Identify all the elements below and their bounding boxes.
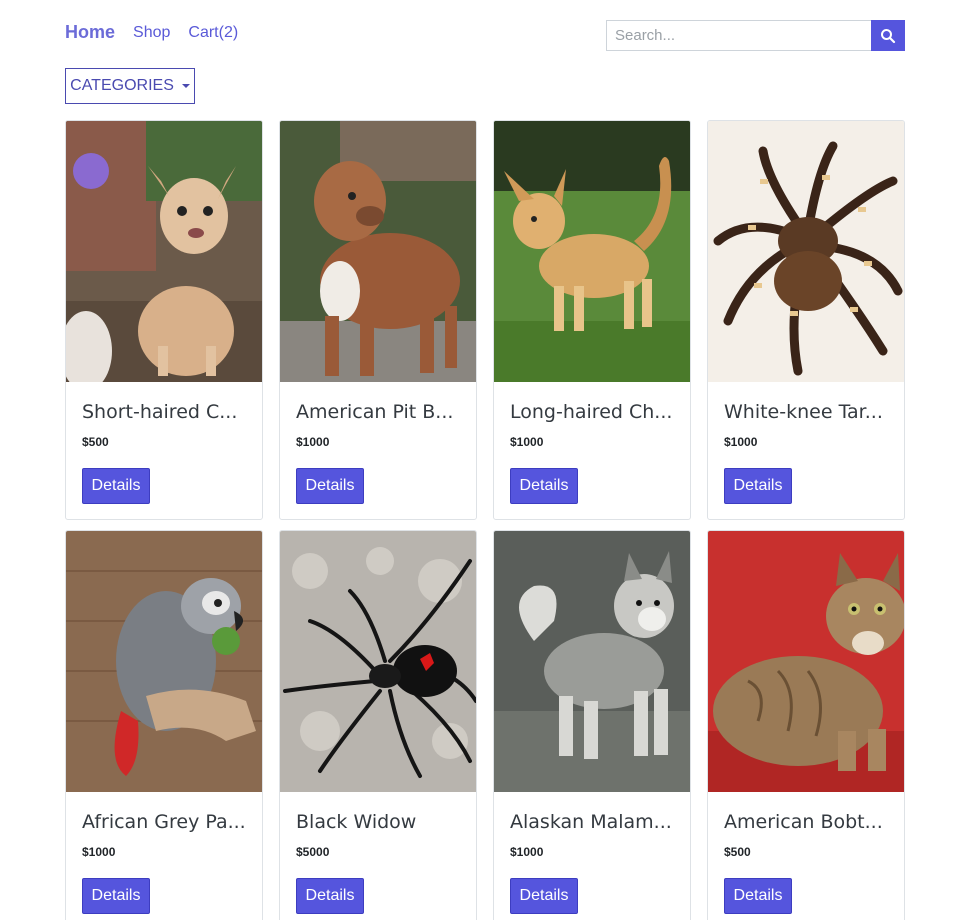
nav-home-link[interactable]: Home — [65, 22, 115, 43]
search-form — [606, 20, 905, 51]
product-price: $1000 — [510, 845, 544, 859]
product-price: $1000 — [82, 845, 116, 859]
details-button[interactable]: Details — [82, 468, 150, 504]
product-title: Short-haired C... — [82, 401, 238, 423]
categories-dropdown-button[interactable]: CATEGORIES — [65, 68, 195, 104]
nav-shop-link[interactable]: Shop — [133, 24, 170, 42]
product-title: White-knee Tar... — [724, 401, 883, 423]
product-image — [708, 121, 904, 382]
chihuahua-photo — [66, 121, 262, 382]
nav-cart-link[interactable]: Cart(2) — [188, 24, 238, 42]
details-button[interactable]: Details — [724, 468, 792, 504]
search-icon — [881, 28, 896, 43]
product-image — [494, 531, 690, 792]
product-price: $1000 — [296, 435, 330, 449]
product-title: American Pit B... — [296, 401, 454, 423]
product-card: American Bobt... $500 Details — [707, 530, 905, 920]
details-button[interactable]: Details — [510, 468, 578, 504]
product-title: Black Widow — [296, 811, 417, 833]
tarantula-photo — [708, 121, 904, 382]
product-title: Alaskan Malam... — [510, 811, 672, 833]
details-button[interactable]: Details — [296, 878, 364, 914]
product-card: Alaskan Malam... $1000 Details — [493, 530, 691, 920]
product-price: $500 — [82, 435, 109, 449]
product-image — [280, 121, 476, 382]
product-image — [708, 531, 904, 792]
caret-down-icon — [181, 84, 190, 88]
product-price: $5000 — [296, 845, 330, 859]
details-button[interactable]: Details — [296, 468, 364, 504]
pitbull-photo — [280, 121, 476, 382]
product-card: Long-haired Ch... $1000 Details — [493, 120, 691, 520]
product-card: American Pit B... $1000 Details — [279, 120, 477, 520]
main-nav: Home Shop Cart(2) — [65, 22, 238, 43]
product-card: Black Widow $5000 Details — [279, 530, 477, 920]
details-button[interactable]: Details — [510, 878, 578, 914]
product-title: Long-haired Ch... — [510, 401, 673, 423]
product-image — [66, 531, 262, 792]
categories-label: CATEGORIES — [70, 77, 174, 94]
product-price: $1000 — [724, 435, 758, 449]
product-price: $1000 — [510, 435, 544, 449]
product-price: $500 — [724, 845, 751, 859]
long-haired-chihuahua-photo — [494, 121, 690, 382]
black-widow-photo — [280, 531, 476, 792]
malamute-photo — [494, 531, 690, 792]
search-button[interactable] — [871, 20, 905, 51]
product-image — [280, 531, 476, 792]
product-card: Short-haired C... $500 Details — [65, 120, 263, 520]
product-card: White-knee Tar... $1000 Details — [707, 120, 905, 520]
details-button[interactable]: Details — [82, 878, 150, 914]
product-image — [66, 121, 262, 382]
bobtail-cat-photo — [708, 531, 904, 792]
details-button[interactable]: Details — [724, 878, 792, 914]
product-title: American Bobt... — [724, 811, 883, 833]
search-input[interactable] — [606, 20, 871, 51]
product-image — [494, 121, 690, 382]
product-card: African Grey Pa... $1000 Details — [65, 530, 263, 920]
product-title: African Grey Pa... — [82, 811, 246, 833]
grey-parrot-photo — [66, 531, 262, 792]
